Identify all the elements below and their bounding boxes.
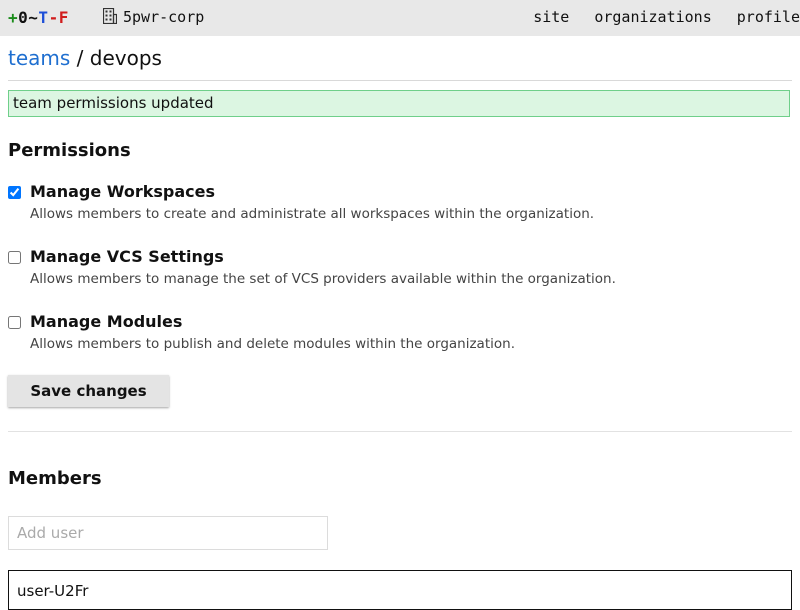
nav-profile[interactable]: profile [737,8,800,26]
permissions-heading: Permissions [8,140,131,161]
logo-f: F [58,8,69,27]
member-username: user-U2Fr [17,582,89,600]
app-logo[interactable]: +0~T-F [8,8,69,27]
logo-tilde: ~ [28,8,39,27]
current-organization[interactable]: 5pwr-corp [102,7,205,28]
nav-site[interactable]: site [533,8,569,26]
manage-modules-checkbox[interactable] [8,316,21,329]
save-changes-button[interactable]: Save changes [8,375,169,407]
flash-message: team permissions updated [8,90,790,117]
breadcrumb-separator: / [76,46,84,70]
breadcrumb: teams / devops [8,46,162,70]
permission-description: Allows members to publish and delete mod… [30,336,515,352]
permission-description: Allows members to create and administrat… [30,206,595,222]
manage-workspaces-checkbox[interactable] [8,186,21,199]
manage-vcs-settings-checkbox[interactable] [8,251,21,264]
permission-description: Allows members to manage the set of VCS … [30,271,616,287]
top-nav: site organizations profile [517,8,800,26]
top-bar: +0~T-F 5pwr-corp site organizations prof… [0,0,800,36]
divider [8,80,792,81]
building-icon [102,7,118,28]
nav-organizations[interactable]: organizations [594,8,711,26]
organization-name: 5pwr-corp [123,8,205,26]
permission-title: Manage Modules [30,312,183,331]
logo-zero: 0 [18,8,29,27]
permission-title: Manage Workspaces [30,182,216,201]
logo-t: T [38,8,49,27]
logo-plus: + [8,8,19,27]
permission-title: Manage VCS Settings [30,247,224,266]
breadcrumb-current: devops [89,46,162,70]
divider [8,431,792,432]
members-heading: Members [8,468,102,489]
breadcrumb-teams-link[interactable]: teams [8,46,70,70]
member-list-item[interactable]: user-U2Fr [8,570,792,610]
add-user-input[interactable] [8,516,328,550]
logo-minus: - [48,8,59,27]
